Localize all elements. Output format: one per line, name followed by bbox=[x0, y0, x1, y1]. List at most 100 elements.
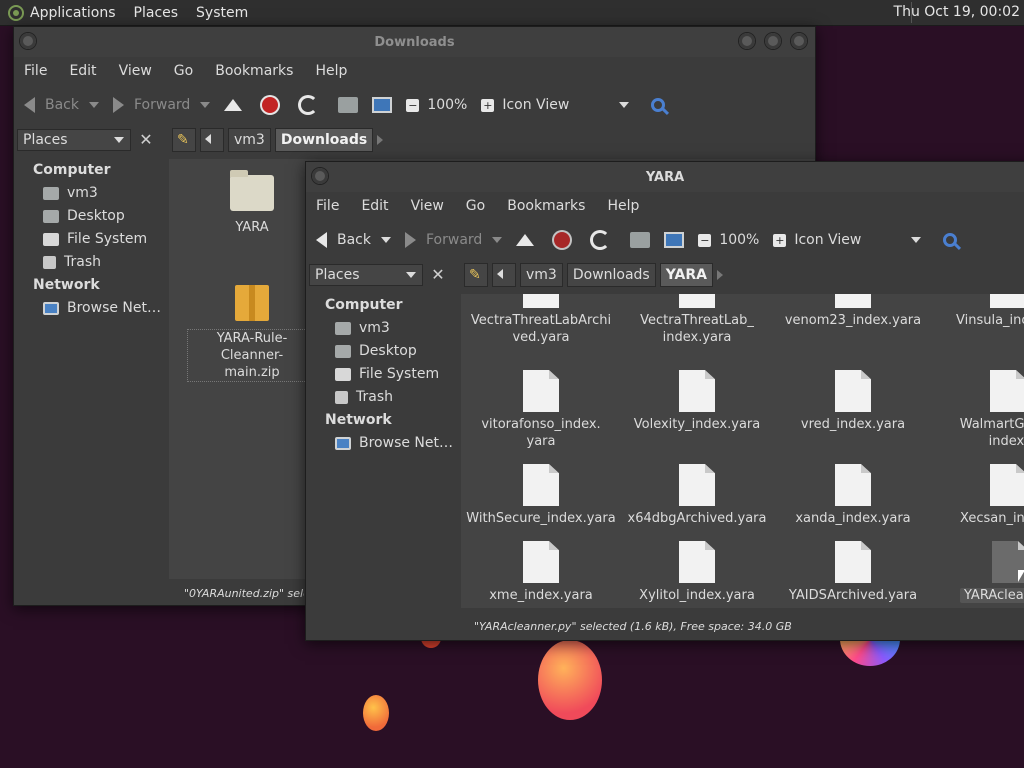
places-selector[interactable]: Places bbox=[17, 129, 131, 151]
file-item[interactable]: WalmartGlo index.y bbox=[934, 370, 1024, 450]
sidebar-item-file-system[interactable]: File System bbox=[309, 363, 455, 386]
crumb-left-icon[interactable] bbox=[200, 128, 224, 152]
file-item[interactable]: WithSecure_index.yara bbox=[466, 464, 616, 527]
sidebar-item-desktop[interactable]: Desktop bbox=[309, 340, 455, 363]
stop-button[interactable] bbox=[262, 97, 279, 113]
home-button[interactable] bbox=[338, 97, 359, 113]
close-button[interactable] bbox=[791, 33, 807, 49]
file-item[interactable]: vred_index.yara bbox=[778, 370, 928, 433]
search-button[interactable] bbox=[651, 98, 666, 112]
file-item[interactable]: vitorafonso_index. yara bbox=[466, 370, 616, 450]
view-mode-caret-icon[interactable] bbox=[911, 237, 922, 243]
edit-location-icon[interactable]: ✎ bbox=[172, 128, 196, 152]
file-icon bbox=[990, 294, 1024, 308]
menu-edit[interactable]: Edit bbox=[69, 63, 96, 79]
home-button[interactable] bbox=[630, 232, 651, 248]
computer-button[interactable] bbox=[664, 232, 685, 248]
crumb-vm3[interactable]: vm3 bbox=[520, 263, 563, 287]
menu-view[interactable]: View bbox=[119, 63, 152, 79]
file-item[interactable]: Xylitol_index.yara bbox=[622, 541, 772, 604]
reload-icon bbox=[298, 95, 319, 115]
crumb-right-icon[interactable] bbox=[716, 270, 723, 280]
file-item[interactable]: xanda_index.yara bbox=[778, 464, 928, 527]
back-history-icon[interactable] bbox=[89, 102, 99, 108]
menu-go[interactable]: Go bbox=[466, 198, 485, 214]
file-item[interactable]: Vinsula_inc bbox=[934, 294, 1024, 329]
maximize-button[interactable] bbox=[765, 33, 781, 49]
file-icon bbox=[523, 294, 559, 308]
menu-bookmarks[interactable]: Bookmarks bbox=[215, 63, 293, 79]
minimize-button[interactable] bbox=[739, 33, 755, 49]
computer-button[interactable] bbox=[372, 97, 393, 113]
forward-button[interactable]: Forward bbox=[113, 97, 211, 113]
sidebar-item-desktop[interactable]: Desktop bbox=[17, 205, 163, 228]
menu-go[interactable]: Go bbox=[174, 63, 193, 79]
back-button[interactable]: Back bbox=[24, 97, 99, 113]
menu-bookmarks[interactable]: Bookmarks bbox=[507, 198, 585, 214]
file-name: WithSecure_index.yara bbox=[466, 511, 616, 526]
file-name: YARAclear bbox=[960, 588, 1024, 603]
zoom-in-button[interactable]: + Icon View bbox=[773, 232, 922, 248]
zoom-out-icon[interactable]: − bbox=[406, 98, 420, 112]
menu-edit[interactable]: Edit bbox=[361, 198, 388, 214]
file-item[interactable]: x64dbgArchived.yara bbox=[622, 464, 772, 527]
search-button[interactable] bbox=[943, 233, 958, 247]
sidebar-item-file-system[interactable]: File System bbox=[17, 228, 163, 251]
panel-menu-system[interactable]: System bbox=[196, 5, 248, 21]
edit-location-icon[interactable]: ✎ bbox=[464, 263, 488, 287]
back-button[interactable]: Back bbox=[316, 232, 391, 248]
crumb-yara[interactable]: YARA bbox=[659, 263, 713, 287]
file-item[interactable]: Xecsan_inc bbox=[934, 464, 1024, 527]
file-item[interactable]: Volexity_index.yara bbox=[622, 370, 772, 433]
panel-menu-places[interactable]: Places bbox=[134, 5, 179, 21]
file-item-selected[interactable]: YARAclear bbox=[934, 541, 1024, 604]
view-mode-select[interactable]: Icon View bbox=[794, 232, 861, 248]
forward-button[interactable]: Forward bbox=[405, 232, 503, 248]
up-button[interactable] bbox=[516, 234, 535, 246]
forward-history-icon[interactable] bbox=[492, 237, 503, 243]
view-mode-caret-icon[interactable] bbox=[619, 102, 630, 108]
reload-button[interactable] bbox=[590, 230, 611, 250]
places-selector[interactable]: Places bbox=[309, 264, 423, 286]
distro-logo-icon[interactable] bbox=[8, 4, 24, 21]
sidebar-item-vm3[interactable]: vm3 bbox=[17, 182, 163, 205]
yara-titlebar[interactable]: YARA bbox=[306, 162, 1024, 192]
panel-clock[interactable]: Thu Oct 19, 00:02 bbox=[894, 4, 1020, 20]
file-item[interactable]: VectraThreatLab_ index.yara bbox=[622, 294, 772, 346]
sidebar-item-trash[interactable]: Trash bbox=[309, 386, 455, 409]
forward-history-icon[interactable] bbox=[200, 102, 211, 108]
sidebar-item-browse-network[interactable]: Browse Net… bbox=[17, 297, 163, 320]
crumb-downloads[interactable]: Downloads bbox=[566, 263, 656, 287]
crumb-downloads[interactable]: Downloads bbox=[274, 128, 374, 152]
file-item[interactable]: YAIDSArchived.yara bbox=[778, 541, 928, 604]
panel-menu-applications[interactable]: Applications bbox=[30, 5, 116, 21]
file-item[interactable]: venom23_index.yara bbox=[778, 294, 928, 329]
up-button[interactable] bbox=[224, 99, 243, 111]
back-history-icon[interactable] bbox=[381, 237, 391, 243]
close-sidebar-icon[interactable]: ✕ bbox=[136, 130, 156, 150]
view-mode-select[interactable]: Icon View bbox=[502, 97, 569, 113]
zoom-out-icon[interactable]: − bbox=[698, 233, 712, 247]
file-item[interactable]: VectraThreatLabArchi ved.yara bbox=[466, 294, 616, 346]
file-name: YAIDSArchived.yara bbox=[788, 588, 918, 603]
sidebar-item-vm3[interactable]: vm3 bbox=[309, 317, 455, 340]
menu-file[interactable]: File bbox=[316, 198, 339, 214]
crumb-right-icon[interactable] bbox=[377, 135, 384, 145]
home-folder-icon bbox=[43, 187, 59, 200]
downloads-titlebar[interactable]: Downloads bbox=[14, 27, 815, 57]
menu-file[interactable]: File bbox=[24, 63, 47, 79]
stop-button[interactable] bbox=[554, 232, 571, 248]
sidebar-item-trash[interactable]: Trash bbox=[17, 251, 163, 274]
breadcrumb: ✎ vm3 Downloads YARA bbox=[464, 263, 723, 287]
menu-help[interactable]: Help bbox=[607, 198, 639, 214]
sidebar-item-browse-network[interactable]: Browse Net… bbox=[309, 432, 455, 455]
file-item[interactable]: xme_index.yara bbox=[466, 541, 616, 604]
yara-file-view[interactable]: VectraThreatLabArchi ved.yara VectraThre… bbox=[461, 294, 1024, 608]
reload-button[interactable] bbox=[298, 95, 319, 115]
crumb-left-icon[interactable] bbox=[492, 263, 516, 287]
zoom-in-button[interactable]: + Icon View bbox=[481, 97, 630, 113]
menu-help[interactable]: Help bbox=[315, 63, 347, 79]
menu-view[interactable]: View bbox=[411, 198, 444, 214]
close-sidebar-icon[interactable]: ✕ bbox=[428, 265, 448, 285]
crumb-vm3[interactable]: vm3 bbox=[228, 128, 271, 152]
